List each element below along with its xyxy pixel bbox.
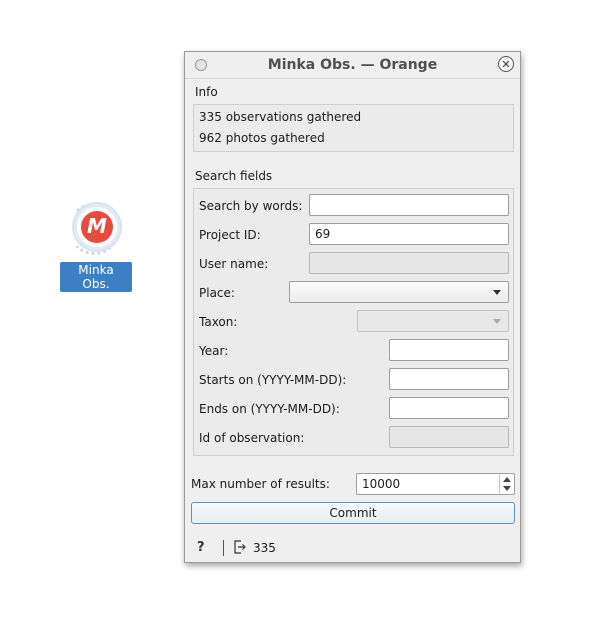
user-name-input[interactable] [309, 252, 509, 274]
output-count: 335 [253, 541, 276, 555]
chevron-down-icon [493, 290, 501, 295]
minka-obs-window: Minka Obs. — Orange ✕ Info 335 observati… [184, 51, 521, 563]
search-section-label: Search fields [195, 169, 273, 183]
minka-logo-icon: M [81, 211, 113, 243]
taxon-label: Taxon: [199, 315, 238, 329]
starts-on-input[interactable] [389, 368, 509, 390]
title-bar[interactable]: Minka Obs. — Orange ✕ [185, 52, 520, 79]
status-separator [223, 540, 224, 556]
observations-count: 335 observations gathered [199, 110, 362, 124]
help-icon[interactable]: ? [197, 540, 205, 555]
project-id-label: Project ID: [199, 228, 261, 242]
close-button[interactable]: ✕ [498, 56, 514, 72]
place-label: Place: [199, 286, 235, 300]
search-words-input[interactable] [309, 194, 509, 216]
year-input[interactable] [389, 339, 509, 361]
photos-count: 962 photos gathered [199, 131, 325, 145]
search-fields-box: Search by words: Project ID: 69 User nam… [193, 188, 514, 456]
ends-on-input[interactable] [389, 397, 509, 419]
window-title: Minka Obs. — Orange [267, 57, 438, 73]
minka-obs-widget[interactable]: M Minka Obs. [60, 200, 132, 292]
output-icon[interactable] [234, 540, 246, 554]
info-section-label: Info [195, 85, 218, 99]
starts-on-label: Starts on (YYYY-MM-DD): [199, 373, 347, 387]
spin-down-icon[interactable] [503, 486, 511, 491]
status-bar: ? 335 [185, 532, 520, 562]
max-results-spinbox[interactable]: 10000 [356, 473, 515, 495]
spinbox-buttons [499, 474, 514, 494]
user-name-label: User name: [199, 257, 269, 271]
widget-icon-container: M [66, 200, 126, 260]
commit-button[interactable]: Commit [191, 502, 515, 524]
project-id-input[interactable]: 69 [309, 223, 509, 245]
observation-id-input[interactable] [389, 426, 509, 448]
max-results-value: 10000 [362, 477, 401, 491]
place-dropdown[interactable] [289, 281, 509, 303]
year-label: Year: [199, 344, 229, 358]
max-results-label: Max number of results: [191, 477, 330, 491]
widget-label[interactable]: Minka Obs. [60, 262, 132, 292]
info-box: 335 observations gathered 962 photos gat… [193, 104, 514, 152]
spin-up-icon[interactable] [503, 477, 511, 482]
chevron-down-icon [493, 319, 501, 324]
widget-circle: M [74, 204, 120, 250]
search-words-label: Search by words: [199, 199, 303, 213]
taxon-dropdown[interactable] [357, 310, 509, 332]
close-icon: ✕ [501, 58, 511, 71]
observation-id-label: Id of observation: [199, 431, 305, 445]
ends-on-label: Ends on (YYYY-MM-DD): [199, 402, 340, 416]
